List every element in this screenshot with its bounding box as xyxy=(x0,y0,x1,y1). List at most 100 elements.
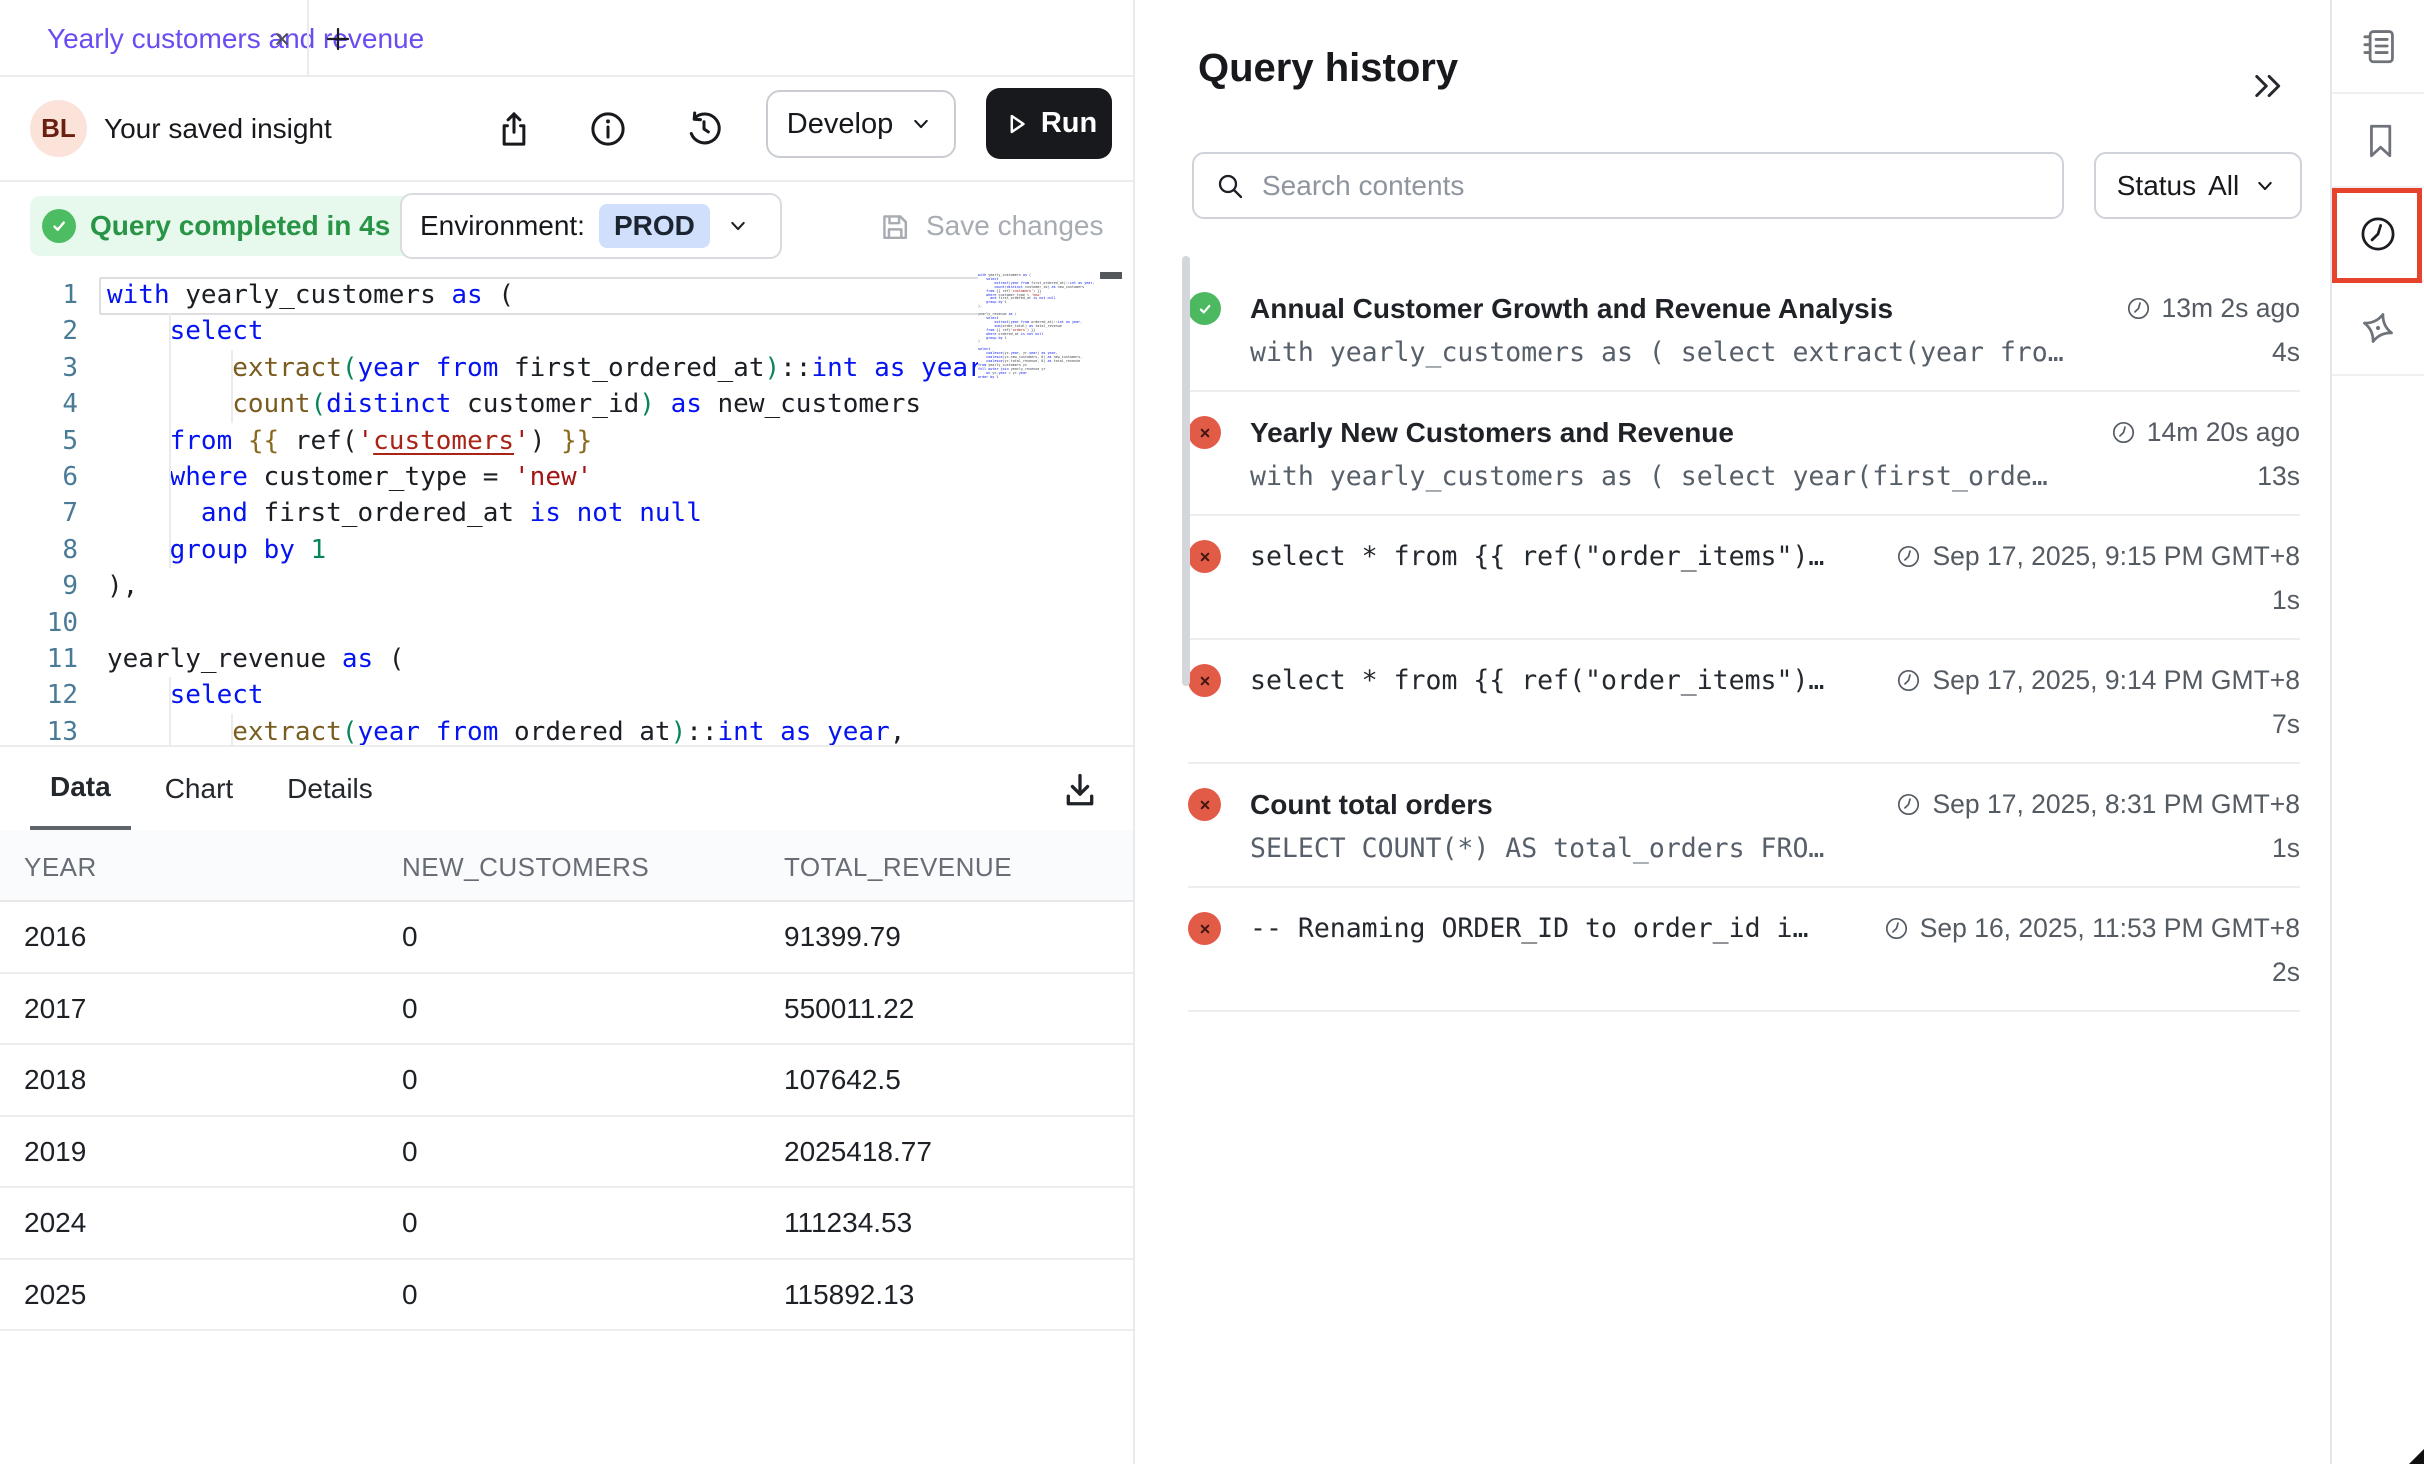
editor-scrollbar-thumb[interactable] xyxy=(1100,272,1122,279)
table-cell: 2019 xyxy=(24,1136,86,1168)
notebook-icon xyxy=(2357,25,2399,67)
rail-button-notebook[interactable] xyxy=(2332,0,2424,94)
error-status-icon xyxy=(1188,912,1221,945)
query-duration: 13s xyxy=(2257,461,2300,492)
editor-minimap[interactable]: with yearly_customers as ( select extrac… xyxy=(978,270,1105,743)
environment-label: Environment: xyxy=(420,210,585,242)
line-number: 10 xyxy=(0,605,78,641)
query-duration: 1s xyxy=(2272,833,2300,864)
query-history-item[interactable]: select * from {{ ref("order_items")…Sep … xyxy=(1188,640,2300,764)
clock-small-icon xyxy=(1895,791,1922,818)
tab-details[interactable]: Details xyxy=(267,747,393,830)
query-status-text: Query completed in 4s xyxy=(90,210,390,242)
save-icon xyxy=(876,208,912,244)
develop-button[interactable]: Develop xyxy=(766,90,956,158)
table-cell: 91399.79 xyxy=(784,921,901,953)
line-number: 13 xyxy=(0,714,78,745)
query-title: -- Renaming ORDER_ID to order_id i… xyxy=(1250,913,1883,944)
query-history-item[interactable]: Annual Customer Growth and Revenue Analy… xyxy=(1188,268,2300,392)
save-changes-button[interactable]: Save changes xyxy=(876,200,1103,252)
table-cell: 550011.22 xyxy=(784,993,914,1025)
query-history-list: Annual Customer Growth and Revenue Analy… xyxy=(1135,268,2330,1012)
query-preview: with yearly_customers as ( select year(f… xyxy=(1250,461,2257,492)
query-title: Count total orders xyxy=(1250,789,1895,821)
indent-guide xyxy=(231,714,233,745)
query-history-item[interactable]: Yearly New Customers and Revenue14m 20s … xyxy=(1188,392,2300,516)
query-history-item[interactable]: Count total ordersSep 17, 2025, 8:31 PM … xyxy=(1188,764,2300,888)
new-tab-button[interactable] xyxy=(312,0,364,77)
info-icon[interactable] xyxy=(586,107,630,151)
table-header: YEAR NEW_CUSTOMERS TOTAL_REVENUE xyxy=(0,830,1133,902)
tab-bar: Yearly customers and revenue xyxy=(0,0,1133,77)
share-icon[interactable] xyxy=(492,107,536,151)
table-row[interactable]: 2016091399.79 xyxy=(0,902,1133,974)
tab-chart[interactable]: Chart xyxy=(145,747,253,830)
table-cell: 0 xyxy=(402,1136,418,1168)
tab-data[interactable]: Data xyxy=(30,747,131,830)
success-check-icon xyxy=(42,209,76,243)
line-number: 12 xyxy=(0,677,78,713)
error-status-icon xyxy=(1188,664,1221,697)
table-row[interactable]: 20250115892.13 xyxy=(0,1260,1133,1332)
table-cell: 0 xyxy=(402,993,418,1025)
query-history-item[interactable]: -- Renaming ORDER_ID to order_id i…Sep 1… xyxy=(1188,888,2300,1012)
rail-button-compass[interactable] xyxy=(2332,282,2424,376)
line-number: 4 xyxy=(0,386,78,422)
indent-guide xyxy=(169,313,171,568)
environment-selector[interactable]: Environment: PROD xyxy=(400,193,782,259)
chevron-down-icon xyxy=(724,212,752,240)
table-cell: 0 xyxy=(402,1207,418,1239)
error-status-icon xyxy=(1188,788,1221,821)
status-bar: Query completed in 4s Environment: PROD … xyxy=(0,180,1133,268)
line-number: 6 xyxy=(0,459,78,495)
line-number: 3 xyxy=(0,350,78,386)
tab-divider xyxy=(307,0,309,77)
indent-guide xyxy=(231,350,233,423)
error-status-icon xyxy=(1188,416,1221,449)
search-input[interactable] xyxy=(1262,170,2042,202)
table-cell: 2024 xyxy=(24,1207,86,1239)
query-history-item[interactable]: select * from {{ ref("order_items")…Sep … xyxy=(1188,516,2300,640)
table-cell: 2025418.77 xyxy=(784,1136,932,1168)
clock-small-icon xyxy=(1895,667,1922,694)
avatar: BL xyxy=(30,100,87,157)
query-timestamp: Sep 17, 2025, 9:15 PM GMT+8 xyxy=(1895,541,2300,572)
table-cell: 2016 xyxy=(24,921,86,953)
rail-button-bookmark[interactable] xyxy=(2332,94,2424,188)
close-tab-icon[interactable] xyxy=(260,0,304,77)
right-icon-rail xyxy=(2330,0,2424,1464)
develop-button-label: Develop xyxy=(787,108,893,141)
collapse-panel-icon[interactable] xyxy=(2250,68,2290,108)
column-header-new-customers: NEW_CUSTOMERS xyxy=(402,852,649,883)
search-box[interactable] xyxy=(1192,152,2064,219)
table-row[interactable]: 20180107642.5 xyxy=(0,1045,1133,1117)
query-preview: SELECT COUNT(*) AS total_orders FRO… xyxy=(1250,833,2272,864)
table-cell: 2017 xyxy=(24,993,86,1025)
run-button-label: Run xyxy=(1041,107,1097,140)
table-row[interactable]: 2017 0 550011.22 xyxy=(0,974,1133,1046)
line-number-gutter: 12345678910111213 xyxy=(0,277,78,745)
column-header-total-revenue: TOTAL_REVENUE xyxy=(784,852,1012,883)
table-cell: 0 xyxy=(402,1279,418,1311)
history-scrollbar-thumb[interactable] xyxy=(1182,256,1190,686)
table-row[interactable]: 20240111234.53 xyxy=(0,1188,1133,1260)
table-cell: 2018 xyxy=(24,1064,86,1096)
clock-small-icon xyxy=(1895,543,1922,570)
rail-button-clock[interactable] xyxy=(2332,188,2424,282)
query-duration: 4s xyxy=(2272,337,2300,368)
query-preview: with yearly_customers as ( select extrac… xyxy=(1250,337,2272,368)
sql-code-editor[interactable]: 12345678910111213 with yearly_customers … xyxy=(0,268,1133,745)
play-icon xyxy=(1001,109,1031,139)
query-timestamp: 13m 2s ago xyxy=(2125,293,2300,324)
history-icon[interactable] xyxy=(682,107,726,151)
status-filter-dropdown[interactable]: Status All xyxy=(2094,152,2302,219)
minimap-code: with yearly_customers as ( select extrac… xyxy=(978,270,1105,379)
query-duration: 2s xyxy=(2272,957,2300,988)
status-filter-value: All xyxy=(2208,170,2239,202)
query-title: Annual Customer Growth and Revenue Analy… xyxy=(1250,293,2125,325)
run-button[interactable]: Run xyxy=(986,88,1112,159)
download-icon[interactable] xyxy=(1058,768,1102,812)
clock-small-icon xyxy=(1883,915,1910,942)
query-history-panel: Query history Status All Annual Customer… xyxy=(1135,0,2330,1464)
table-row[interactable]: 2019 0 2025418.77 xyxy=(0,1117,1133,1189)
